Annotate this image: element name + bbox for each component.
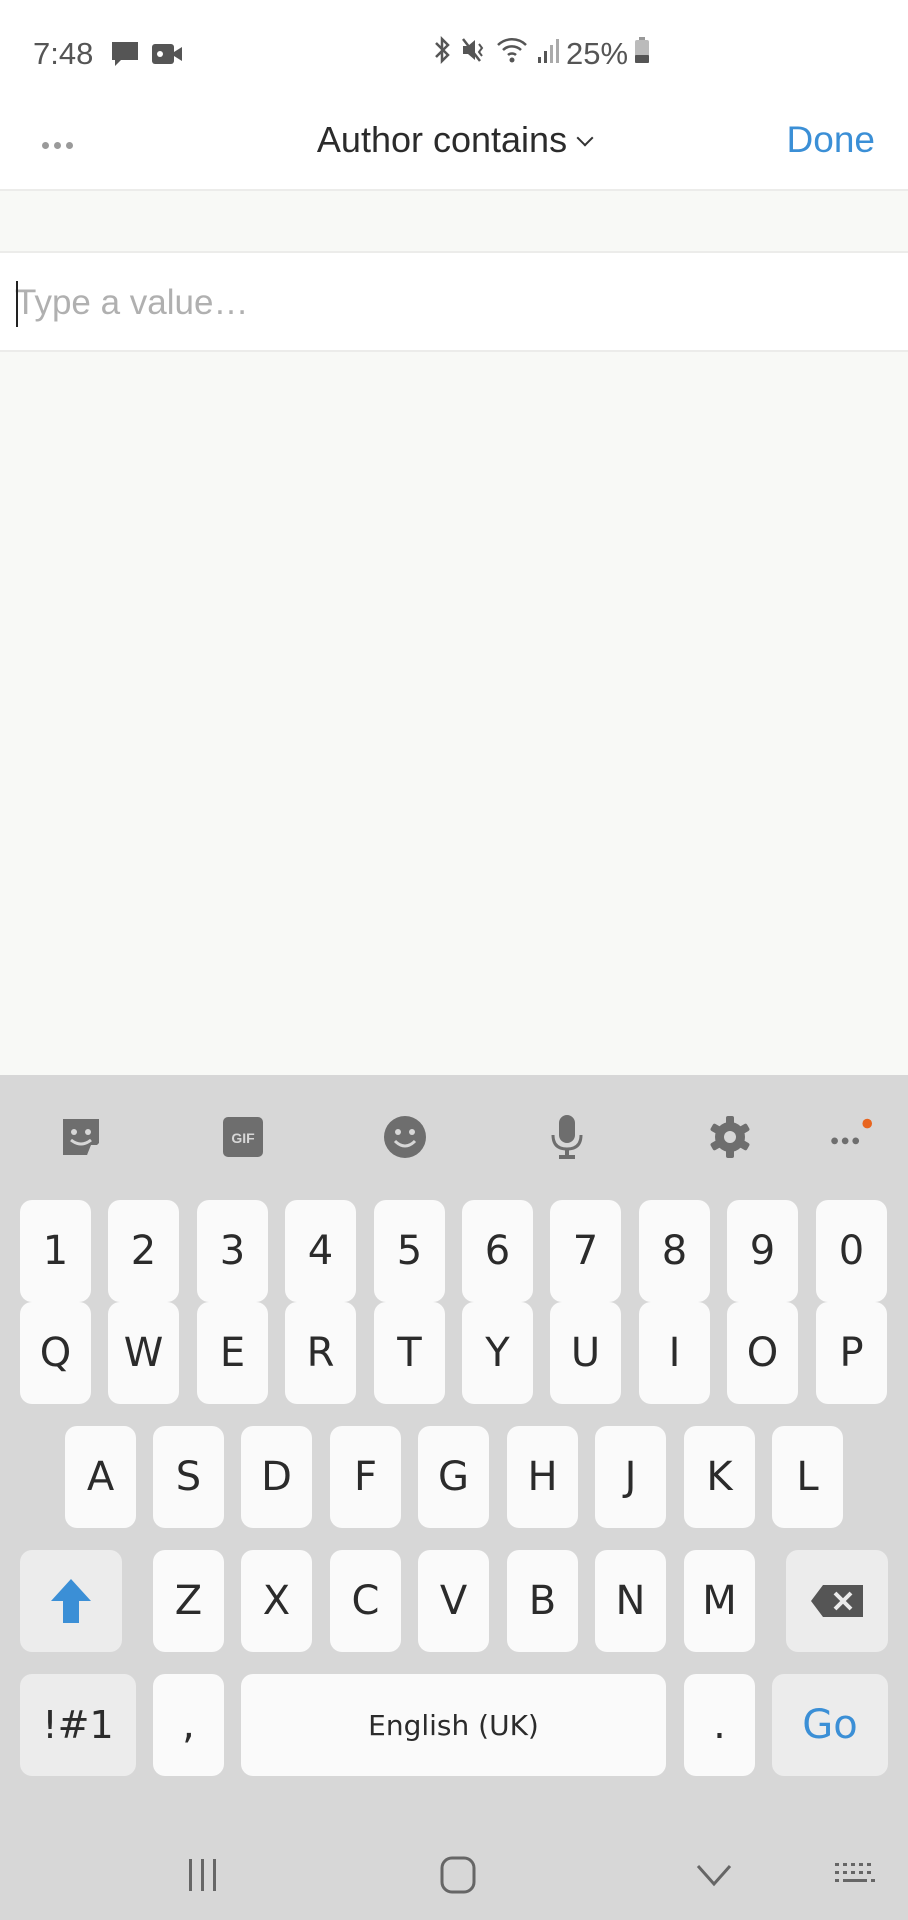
- chevron-down-icon: [576, 129, 594, 147]
- key-f[interactable]: F: [330, 1426, 401, 1528]
- settings-icon[interactable]: [706, 1113, 754, 1161]
- go-key[interactable]: Go: [772, 1674, 888, 1776]
- key-z[interactable]: Z: [153, 1550, 224, 1652]
- shift-key[interactable]: [20, 1550, 122, 1652]
- microphone-icon[interactable]: [543, 1113, 591, 1161]
- key-3[interactable]: 3: [197, 1200, 268, 1302]
- key-g[interactable]: G: [418, 1426, 489, 1528]
- key-c[interactable]: C: [330, 1550, 401, 1652]
- backspace-key[interactable]: [786, 1550, 888, 1652]
- key-e[interactable]: E: [197, 1302, 268, 1404]
- key-o[interactable]: O: [727, 1302, 798, 1404]
- key-y[interactable]: Y: [462, 1302, 533, 1404]
- key-6[interactable]: 6: [462, 1200, 533, 1302]
- key-5[interactable]: 5: [374, 1200, 445, 1302]
- page-title: Author contains: [316, 119, 568, 160]
- wifi-icon: [496, 35, 530, 73]
- key-r[interactable]: R: [285, 1302, 356, 1404]
- shift-arrow-icon: [51, 1579, 91, 1623]
- section-spacer: [0, 191, 908, 251]
- key-w[interactable]: W: [108, 1302, 179, 1404]
- key-1[interactable]: 1: [20, 1200, 91, 1302]
- emoji-icon[interactable]: [381, 1113, 429, 1161]
- bluetooth-icon: [430, 35, 454, 73]
- filter-header: Author contains Done: [0, 105, 908, 191]
- battery-percent: 25%: [566, 36, 629, 71]
- key-l[interactable]: L: [772, 1426, 843, 1528]
- key-7[interactable]: 7: [550, 1200, 621, 1302]
- key-j[interactable]: J: [595, 1426, 666, 1528]
- more-icon[interactable]: [825, 1113, 873, 1161]
- status-bar: 7:48 25%: [0, 0, 908, 105]
- symbols-key[interactable]: !#1: [20, 1674, 136, 1776]
- back-icon[interactable]: [684, 1855, 744, 1895]
- recents-icon[interactable]: [173, 1855, 233, 1895]
- key-t[interactable]: T: [374, 1302, 445, 1404]
- gif-icon[interactable]: GIF: [219, 1113, 267, 1161]
- sticker-icon[interactable]: [57, 1113, 105, 1161]
- filter-condition-dropdown[interactable]: Author contains: [0, 119, 908, 161]
- video-icon: [150, 40, 182, 68]
- svg-text:GIF: GIF: [231, 1130, 255, 1146]
- key-n[interactable]: N: [595, 1550, 666, 1652]
- key-h[interactable]: H: [507, 1426, 578, 1528]
- key-b[interactable]: B: [507, 1550, 578, 1652]
- space-key[interactable]: English (UK): [241, 1674, 666, 1776]
- signal-icon: [536, 35, 560, 73]
- key-m[interactable]: M: [684, 1550, 755, 1652]
- key-u[interactable]: U: [550, 1302, 621, 1404]
- key-q[interactable]: Q: [20, 1302, 91, 1404]
- value-input-row: [0, 251, 908, 352]
- key-4[interactable]: 4: [285, 1200, 356, 1302]
- key-s[interactable]: S: [153, 1426, 224, 1528]
- comma-key[interactable]: ,: [153, 1674, 224, 1776]
- status-time: 7:48: [33, 36, 94, 71]
- status-right: 25%: [430, 35, 650, 73]
- key-2[interactable]: 2: [108, 1200, 179, 1302]
- key-i[interactable]: I: [639, 1302, 710, 1404]
- key-d[interactable]: D: [241, 1426, 312, 1528]
- message-icon: [110, 40, 142, 68]
- backspace-icon: [811, 1585, 863, 1617]
- battery-icon: [634, 35, 650, 73]
- key-a[interactable]: A: [65, 1426, 136, 1528]
- key-v[interactable]: V: [418, 1550, 489, 1652]
- home-icon[interactable]: [428, 1855, 488, 1895]
- period-key[interactable]: .: [684, 1674, 755, 1776]
- mute-icon: [460, 35, 490, 73]
- key-0[interactable]: 0: [816, 1200, 887, 1302]
- done-button[interactable]: Done: [787, 119, 875, 161]
- key-x[interactable]: X: [241, 1550, 312, 1652]
- keyboard-switch-icon[interactable]: [825, 1855, 885, 1895]
- key-k[interactable]: K: [684, 1426, 755, 1528]
- value-input[interactable]: [15, 273, 885, 333]
- key-8[interactable]: 8: [639, 1200, 710, 1302]
- key-9[interactable]: 9: [727, 1200, 798, 1302]
- keyboard: GIF 1 2 3 4 5 6 7 8 9 0 Q W E R T Y U I …: [0, 1075, 908, 1920]
- text-caret: [16, 281, 18, 327]
- key-p[interactable]: P: [816, 1302, 887, 1404]
